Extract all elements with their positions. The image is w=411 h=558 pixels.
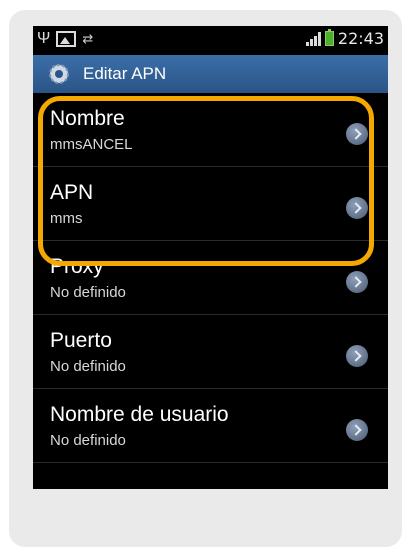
list-item-proxy[interactable]: Proxy No definido (33, 241, 388, 315)
battery-icon (324, 29, 334, 46)
status-bar-right: 22:43 (305, 29, 384, 48)
chevron-right-icon (346, 123, 368, 145)
usb-icon: Ψ (37, 30, 51, 47)
chevron-right-icon (346, 345, 368, 367)
list-item-title: Proxy (50, 255, 104, 278)
chevron-right-icon (346, 271, 368, 293)
list-item-value: No definido (50, 358, 126, 375)
clock: 22:43 (337, 29, 384, 48)
title-bar: Editar APN (33, 55, 388, 93)
phone-screen: Ψ ⇄ 22:43 Editar APN Nombre mmsANCEL APN… (33, 26, 388, 489)
status-bar: Ψ ⇄ 22:43 (33, 26, 388, 55)
sync-icon: ⇄ (82, 31, 94, 46)
list-item-title: Nombre de usuario (50, 403, 229, 426)
list-item-value: No definido (50, 432, 126, 449)
chevron-right-icon (346, 419, 368, 441)
list-item-title: Nombre (50, 107, 125, 130)
list-item-puerto[interactable]: Puerto No definido (33, 315, 388, 389)
list-item-title: APN (50, 181, 94, 204)
chevron-right-icon (346, 197, 368, 219)
list-item-value: No definido (50, 284, 126, 301)
status-bar-left: Ψ ⇄ (37, 30, 93, 48)
list-item-nombre[interactable]: Nombre mmsANCEL (33, 93, 388, 167)
signal-icon (305, 31, 321, 46)
list-item-value: mms (50, 210, 83, 227)
gear-icon (47, 62, 71, 86)
page-title: Editar APN (83, 64, 167, 83)
gallery-icon (56, 31, 77, 47)
list-item-value: mmsANCEL (50, 136, 133, 153)
list-item-apn[interactable]: APN mms (33, 167, 388, 241)
apn-settings-list: Nombre mmsANCEL APN mms Proxy No definid… (33, 93, 388, 463)
list-item-nombre-de-usuario[interactable]: Nombre de usuario No definido (33, 389, 388, 463)
list-item-title: Puerto (50, 329, 112, 352)
